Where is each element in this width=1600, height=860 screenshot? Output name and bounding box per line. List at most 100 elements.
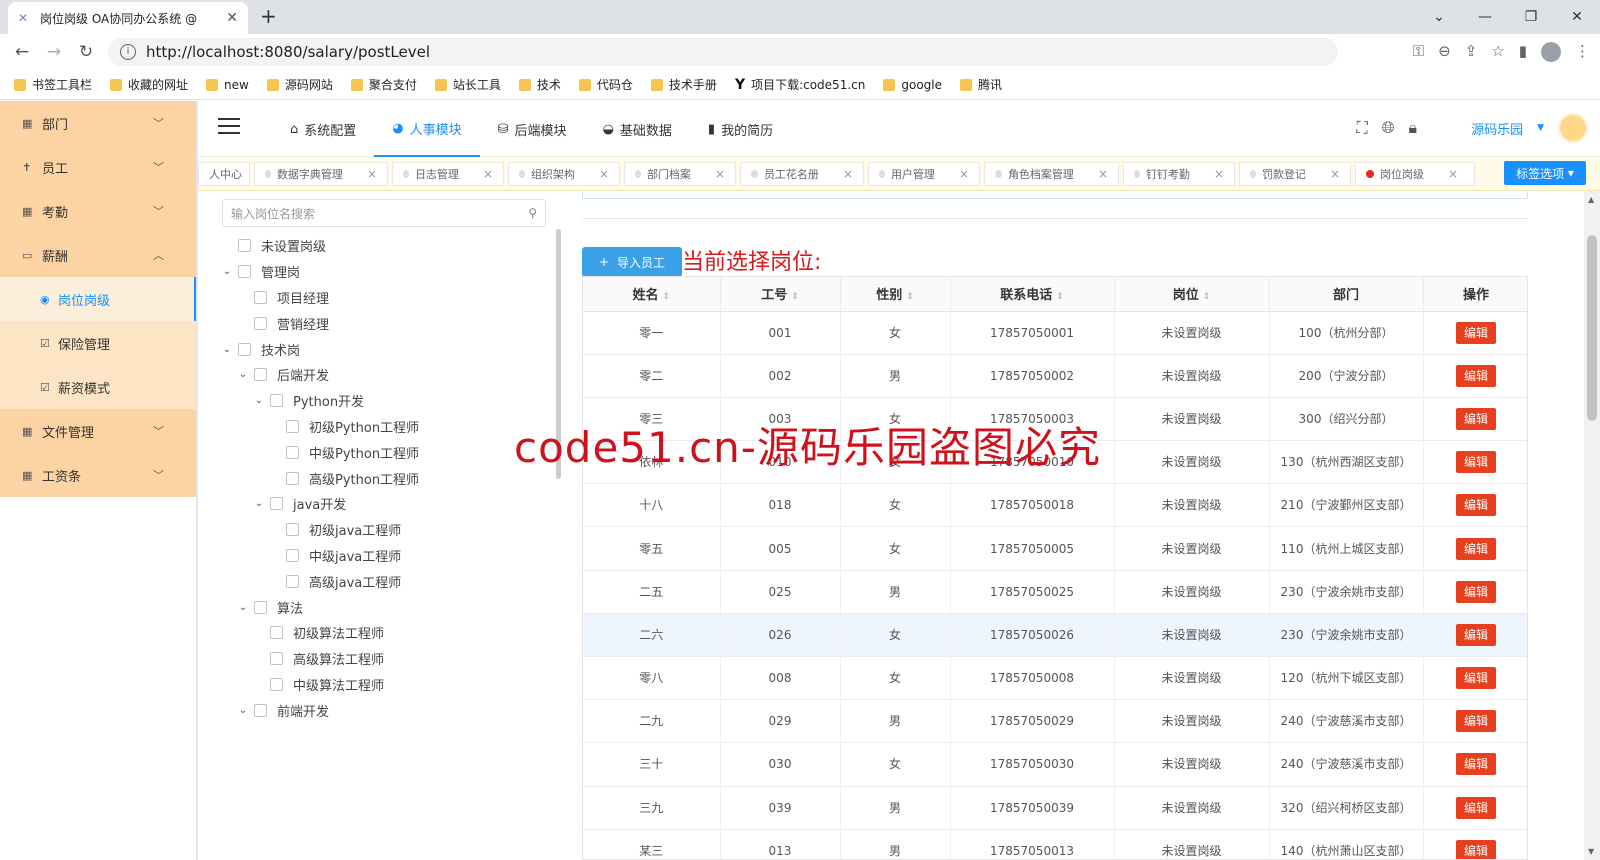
- table-row[interactable]: 零八 008 女 17857050008 未设置岗级 120（杭州下城区支部） 编辑: [583, 656, 1527, 701]
- tag-item[interactable]: 组织架构 ×: [508, 162, 620, 186]
- sidebar-subitem[interactable]: ☑ 保险管理: [0, 321, 196, 365]
- sort-icon[interactable]: ⇕: [906, 292, 914, 302]
- table-row[interactable]: 零五 005 女 17857050005 未设置岗级 110（杭州上城区支部） 编辑: [583, 526, 1527, 571]
- tag-item[interactable]: 数据字典管理 ×: [254, 162, 388, 186]
- bookmark-item[interactable]: 腾讯: [960, 76, 1002, 93]
- top-nav-item[interactable]: ◕ 人事模块: [374, 101, 480, 157]
- sort-icon[interactable]: ⇕: [662, 292, 670, 302]
- tree-node[interactable]: ⌄ 技术岗: [220, 336, 546, 362]
- restore-icon[interactable]: ❐: [1508, 0, 1554, 34]
- page-scrollbar[interactable]: ▲ ▼: [1584, 191, 1600, 860]
- tree-checkbox[interactable]: [238, 342, 251, 356]
- edit-button[interactable]: 编辑: [1456, 364, 1496, 387]
- sidebar-subitem[interactable]: ◉ 岗位岗级: [0, 277, 196, 321]
- tag-close-icon[interactable]: ×: [1330, 167, 1340, 181]
- tree-node[interactable]: 初级算法工程师: [220, 620, 546, 646]
- scroll-thumb[interactable]: [1587, 235, 1597, 421]
- caret-down-icon[interactable]: ⌄: [236, 369, 250, 380]
- tree-node[interactable]: ⌄ java开发: [220, 491, 546, 517]
- tree-checkbox[interactable]: [270, 677, 283, 691]
- bookmark-item[interactable]: 代码仓: [578, 76, 633, 93]
- caret-down-icon[interactable]: ⌄: [236, 705, 250, 716]
- tree-checkbox[interactable]: [254, 703, 267, 717]
- tree-node[interactable]: 营销经理: [220, 310, 546, 336]
- tree-checkbox[interactable]: [286, 445, 299, 459]
- close-window-icon[interactable]: ✕: [1554, 0, 1600, 34]
- caret-down-icon[interactable]: ⌄: [220, 344, 234, 355]
- edit-button[interactable]: 编辑: [1456, 580, 1496, 603]
- tag-item[interactable]: 钉钉考勤 ×: [1123, 162, 1235, 186]
- minimize-icon[interactable]: —: [1462, 0, 1508, 34]
- table-row[interactable]: 二五 025 男 17857050025 未设置岗级 230（宁波余姚市支部） 编辑: [583, 570, 1527, 614]
- caret-down-icon[interactable]: ⌄: [220, 266, 234, 277]
- import-employee-button[interactable]: + 导入员工: [582, 247, 682, 277]
- tree-node[interactable]: 未设置岗级: [220, 233, 546, 259]
- close-tab-icon[interactable]: ✕: [226, 10, 238, 26]
- tree-checkbox[interactable]: [254, 600, 267, 614]
- sort-icon[interactable]: ⇕: [1203, 292, 1211, 302]
- tree-node[interactable]: 中级算法工程师: [220, 672, 546, 698]
- tree-node[interactable]: 中级Python工程师: [220, 439, 546, 465]
- tree-checkbox[interactable]: [270, 394, 283, 408]
- tag-item[interactable]: 角色档案管理 ×: [984, 162, 1119, 186]
- table-row[interactable]: 三九 039 男 17857050039 未设置岗级 320（绍兴柯桥区支部） 编辑: [583, 786, 1527, 830]
- caret-down-icon[interactable]: ⌄: [252, 498, 266, 509]
- sidebar-item[interactable]: ▦ 工资条 ﹀: [0, 453, 196, 497]
- tag-close-icon[interactable]: ×: [1448, 167, 1458, 181]
- post-search-input[interactable]: 输入岗位名搜索 ⚲: [222, 199, 546, 227]
- edit-button[interactable]: 编辑: [1456, 537, 1496, 560]
- back-icon[interactable]: ←: [6, 42, 38, 62]
- tree-node[interactable]: 高级java工程师: [220, 568, 546, 594]
- bookmark-item[interactable]: 站长工具: [434, 76, 501, 93]
- search-icon[interactable]: ⚲: [528, 206, 537, 220]
- tree-checkbox[interactable]: [286, 574, 299, 588]
- edit-button[interactable]: 编辑: [1456, 494, 1496, 517]
- tree-checkbox[interactable]: [270, 652, 283, 666]
- tree-node[interactable]: 初级Python工程师: [220, 414, 546, 440]
- table-row[interactable]: 零一 001 女 17857050001 未设置岗级 100（杭州分部） 编辑: [583, 311, 1527, 355]
- tree-checkbox[interactable]: [238, 265, 251, 279]
- address-bar[interactable]: i http://localhost:8080/salary/postLevel: [108, 38, 1338, 66]
- tree-checkbox[interactable]: [238, 239, 251, 253]
- column-header[interactable]: 联系电话 ⇕: [950, 277, 1115, 312]
- bookmark-item[interactable]: 收藏的网址: [110, 76, 188, 93]
- tag-close-icon[interactable]: ×: [1098, 167, 1108, 181]
- top-nav-item[interactable]: ⛁ 后端模块: [480, 101, 585, 157]
- star-icon[interactable]: ☆: [1491, 42, 1504, 62]
- tree-node[interactable]: ⌄ Python开发: [220, 388, 546, 414]
- sidebar-item[interactable]: ✝ 员工 ﹀: [0, 145, 196, 189]
- tag-item[interactable]: 日志管理 ×: [392, 162, 504, 186]
- edit-button[interactable]: 编辑: [1456, 839, 1496, 859]
- top-nav-item[interactable]: ◒ 基础数据: [585, 101, 690, 157]
- tree-node[interactable]: 高级Python工程师: [220, 465, 546, 491]
- bookmark-item[interactable]: new: [206, 78, 249, 92]
- edit-button[interactable]: 编辑: [1456, 451, 1496, 474]
- edit-button[interactable]: 编辑: [1456, 407, 1496, 430]
- browser-tab[interactable]: ✕ 岗位岗级 OA协同办公系统 @ ✕: [8, 2, 248, 34]
- tree-checkbox[interactable]: [286, 471, 299, 485]
- sidepanel-icon[interactable]: ▮: [1519, 42, 1527, 62]
- forward-icon[interactable]: →: [38, 42, 70, 62]
- tree-checkbox[interactable]: [286, 548, 299, 562]
- tree-checkbox[interactable]: [270, 626, 283, 640]
- top-nav-item[interactable]: ⌂ 系统配置: [272, 101, 374, 157]
- sidebar-item[interactable]: ▦ 考勤 ﹀: [0, 189, 196, 233]
- bookmark-item[interactable]: 聚合支付: [350, 76, 417, 93]
- fullscreen-icon[interactable]: ⛶: [1357, 118, 1368, 138]
- tag-item[interactable]: 员工花名册 ×: [740, 162, 864, 186]
- bookmark-item[interactable]: Y 项目下载:code51.cn: [735, 76, 865, 93]
- edit-button[interactable]: 编辑: [1456, 753, 1496, 776]
- tree-checkbox[interactable]: [254, 290, 267, 304]
- sidebar-item[interactable]: ▭ 薪酬 ︿: [0, 233, 196, 277]
- tree-checkbox[interactable]: [254, 368, 267, 382]
- top-nav-item[interactable]: ▮ 我的简历: [690, 101, 791, 157]
- tree-node[interactable]: 中级java工程师: [220, 543, 546, 569]
- tag-close-icon[interactable]: ×: [599, 167, 609, 181]
- tree-node[interactable]: 初级java工程师: [220, 517, 546, 543]
- key-icon[interactable]: ⚿: [1413, 42, 1424, 62]
- sidebar-subitem[interactable]: ☑ 薪资模式: [0, 365, 196, 409]
- tag-close-icon[interactable]: ×: [483, 167, 493, 181]
- lock-icon[interactable]: 🔒︎: [1409, 118, 1418, 138]
- scroll-down-icon[interactable]: ▼: [1588, 847, 1594, 856]
- tag-item[interactable]: 岗位岗级 ×: [1355, 162, 1475, 186]
